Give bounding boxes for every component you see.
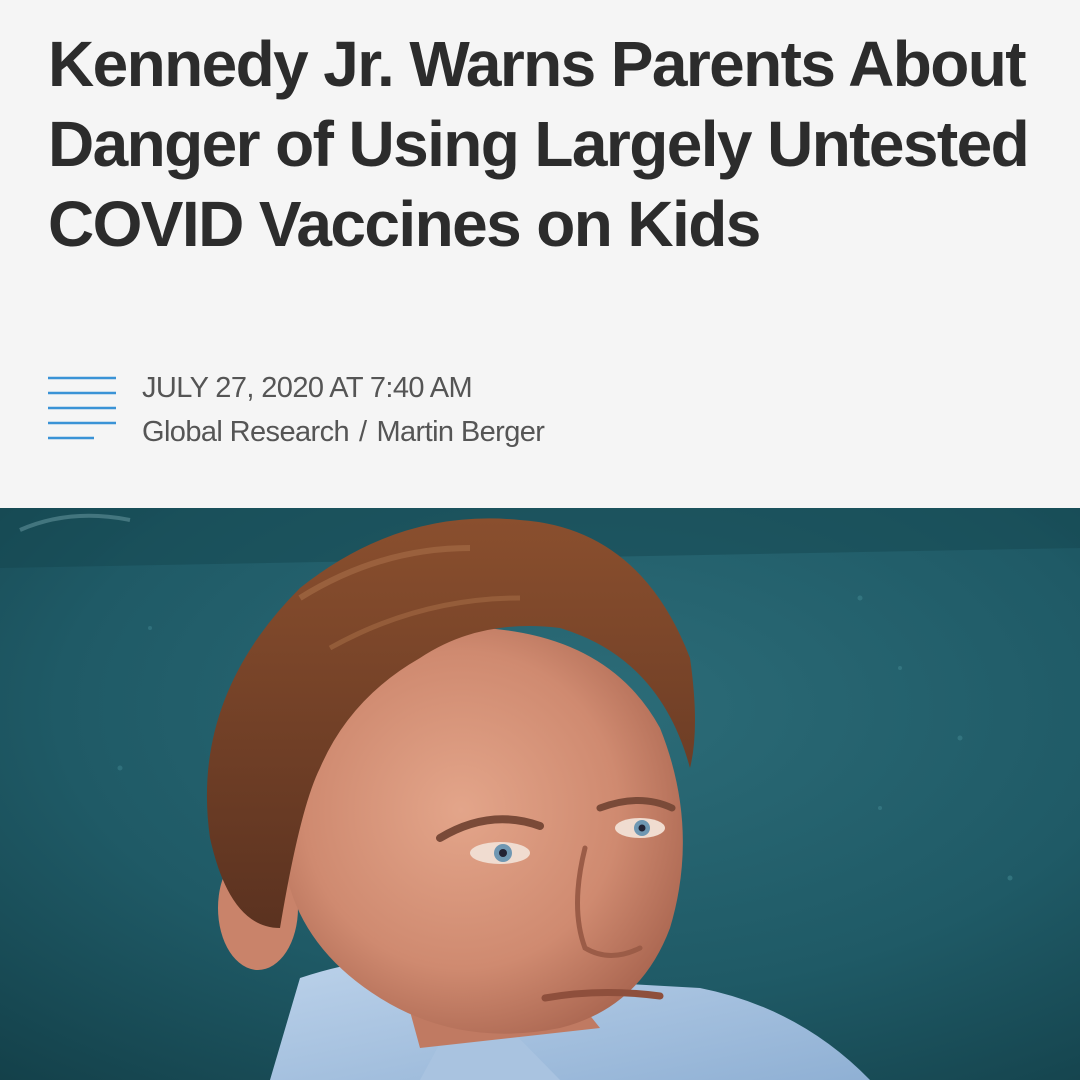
article-headline: Kennedy Jr. Warns Parents About Danger o… (48, 28, 1030, 260)
source-link[interactable]: Global Research (142, 416, 350, 448)
article-photo (0, 508, 1080, 1080)
meta-text: JULY 27, 2020 AT 7:40 AM Global Research… (142, 366, 545, 454)
portrait-illustration (0, 508, 1080, 1080)
article-date: JULY 27, 2020 AT 7:40 AM (142, 372, 473, 404)
article-byline: Global Research / Martin Berger (142, 410, 545, 454)
author-link[interactable]: Martin Berger (376, 416, 544, 448)
lines-icon (48, 376, 116, 440)
article-header: Kennedy Jr. Warns Parents About Danger o… (0, 0, 1080, 508)
byline-separator: / (359, 416, 367, 448)
article-card: Kennedy Jr. Warns Parents About Danger o… (0, 0, 1080, 1080)
article-meta: JULY 27, 2020 AT 7:40 AM Global Research… (48, 366, 1028, 456)
